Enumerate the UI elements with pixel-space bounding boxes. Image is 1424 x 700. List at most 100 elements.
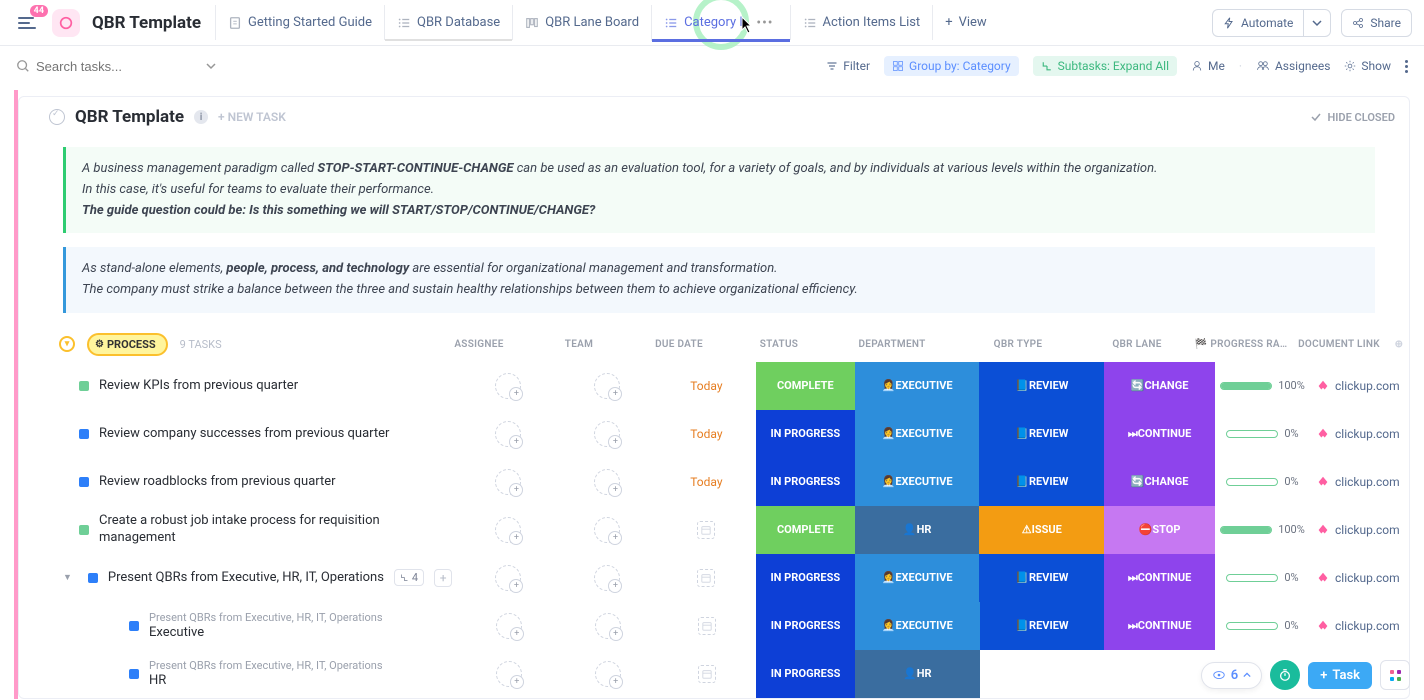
assignee-placeholder[interactable] bbox=[496, 661, 522, 687]
col-qbr-lane[interactable]: QBR LANE bbox=[1081, 339, 1193, 350]
status-square[interactable] bbox=[79, 429, 89, 439]
due-date-empty[interactable] bbox=[697, 521, 715, 539]
status-cell[interactable]: COMPLETE bbox=[756, 362, 855, 410]
subtask-title[interactable]: Executive bbox=[149, 625, 383, 642]
view-tab-category[interactable]: Category L ••• bbox=[651, 5, 789, 41]
view-tab-action-items[interactable]: Action Items List bbox=[790, 5, 933, 40]
qbr-lane-cell[interactable]: ⏭CONTINUE bbox=[1104, 554, 1215, 602]
document-link[interactable]: clickup.com bbox=[1335, 475, 1400, 489]
status-cell[interactable]: IN PROGRESS bbox=[756, 602, 855, 650]
qbr-type-cell[interactable] bbox=[980, 650, 1105, 698]
qbr-type-cell[interactable]: ⚠ISSUE bbox=[979, 506, 1104, 554]
new-task-button[interactable]: + NEW TASK bbox=[218, 110, 286, 124]
assignee-placeholder[interactable] bbox=[594, 421, 620, 447]
document-link[interactable]: clickup.com bbox=[1335, 523, 1400, 537]
due-date[interactable]: Today bbox=[690, 427, 722, 441]
assignee-placeholder[interactable] bbox=[495, 469, 521, 495]
subtask-title[interactable]: HR bbox=[149, 673, 383, 690]
assignee-placeholder[interactable] bbox=[495, 373, 521, 399]
group-collapse-toggle[interactable]: ▾ bbox=[59, 336, 75, 352]
status-cell[interactable]: IN PROGRESS bbox=[756, 458, 855, 506]
status-square[interactable] bbox=[88, 573, 98, 583]
timer-button[interactable] bbox=[1270, 660, 1300, 690]
qbr-type-cell[interactable]: 📘REVIEW bbox=[979, 458, 1104, 506]
col-assignee[interactable]: ASSIGNEE bbox=[429, 339, 529, 350]
view-tab-menu[interactable]: ••• bbox=[752, 15, 777, 31]
groupby-chip[interactable]: Group by: Category bbox=[884, 56, 1019, 76]
col-document[interactable]: DOCUMENT LINK bbox=[1289, 339, 1389, 350]
search-box[interactable] bbox=[16, 59, 216, 74]
group-pill[interactable]: ⚙PROCESS bbox=[87, 333, 168, 356]
status-square[interactable] bbox=[129, 669, 139, 679]
department-cell[interactable]: 👩‍💼EXECUTIVE bbox=[855, 410, 980, 458]
menu-toggle[interactable]: 44 bbox=[12, 11, 42, 35]
document-link[interactable]: clickup.com bbox=[1335, 619, 1400, 633]
automate-button[interactable]: Automate bbox=[1212, 9, 1303, 37]
progress-bar[interactable] bbox=[1220, 526, 1272, 534]
document-link[interactable]: clickup.com bbox=[1335, 379, 1400, 393]
subtasks-chip[interactable]: Subtasks: Expand All bbox=[1033, 56, 1177, 76]
progress-bar[interactable] bbox=[1226, 574, 1278, 582]
add-subtask[interactable]: + bbox=[434, 569, 452, 587]
task-title[interactable]: Present QBRs from Executive, HR, IT, Ope… bbox=[108, 570, 384, 587]
task-title[interactable]: Review KPIs from previous quarter bbox=[99, 378, 298, 395]
task-row[interactable]: Review roadblocks from previous quarter … bbox=[39, 458, 1409, 506]
task-row[interactable]: ▼ Present QBRs from Executive, HR, IT, O… bbox=[39, 554, 1409, 602]
assignee-placeholder[interactable] bbox=[595, 661, 621, 687]
col-due[interactable]: DUE DATE bbox=[629, 339, 729, 350]
expand-toggle[interactable]: ▼ bbox=[63, 572, 72, 583]
assignee-placeholder[interactable] bbox=[594, 565, 620, 591]
qbr-lane-cell[interactable] bbox=[1104, 650, 1215, 698]
document-link[interactable]: clickup.com bbox=[1335, 571, 1400, 585]
assignee-placeholder[interactable] bbox=[495, 421, 521, 447]
col-qbr-type[interactable]: QBR TYPE bbox=[955, 339, 1081, 350]
department-cell[interactable]: 👤HR bbox=[855, 506, 980, 554]
app-grid-button[interactable] bbox=[1380, 660, 1410, 690]
qbr-type-cell[interactable]: 📘REVIEW bbox=[979, 410, 1104, 458]
status-cell[interactable]: IN PROGRESS bbox=[756, 650, 855, 698]
task-row[interactable]: Create a robust job intake process for r… bbox=[39, 506, 1409, 554]
status-cell[interactable]: IN PROGRESS bbox=[756, 410, 855, 458]
department-cell[interactable]: 👩‍💼EXECUTIVE bbox=[855, 458, 980, 506]
qbr-lane-cell[interactable]: 🔄CHANGE bbox=[1104, 362, 1215, 410]
status-square[interactable] bbox=[129, 621, 139, 631]
department-cell[interactable]: 👩‍💼EXECUTIVE bbox=[855, 362, 980, 410]
qbr-type-cell[interactable]: 📘REVIEW bbox=[979, 554, 1104, 602]
subtask-row[interactable]: Present QBRs from Executive, HR, IT, Ope… bbox=[39, 602, 1409, 650]
task-row[interactable]: Review KPIs from previous quarter Today … bbox=[39, 362, 1409, 410]
progress-bar[interactable] bbox=[1226, 478, 1278, 486]
view-tab-database[interactable]: QBR Database bbox=[384, 5, 512, 40]
more-menu[interactable] bbox=[1405, 60, 1408, 73]
document-link[interactable]: clickup.com bbox=[1335, 427, 1400, 441]
qbr-lane-cell[interactable]: 🔄CHANGE bbox=[1104, 458, 1215, 506]
assignee-placeholder[interactable] bbox=[495, 517, 521, 543]
show-button[interactable]: Show bbox=[1344, 59, 1391, 73]
qbr-type-cell[interactable]: 📘REVIEW bbox=[980, 602, 1105, 650]
hide-closed-toggle[interactable]: HIDE CLOSED bbox=[1310, 111, 1395, 124]
space-logo[interactable] bbox=[52, 9, 80, 37]
due-date[interactable]: Today bbox=[690, 475, 722, 489]
me-button[interactable]: Me bbox=[1191, 59, 1225, 73]
qbr-lane-cell[interactable]: ⏭CONTINUE bbox=[1104, 410, 1215, 458]
subtask-count[interactable]: 4 bbox=[394, 569, 424, 586]
task-row[interactable]: Review company successes from previous q… bbox=[39, 410, 1409, 458]
col-team[interactable]: TEAM bbox=[529, 339, 629, 350]
department-cell[interactable]: 👩‍💼EXECUTIVE bbox=[855, 602, 980, 650]
status-cell[interactable]: COMPLETE bbox=[756, 506, 855, 554]
due-date[interactable]: Today bbox=[690, 379, 722, 393]
due-date-empty[interactable] bbox=[697, 569, 715, 587]
due-date-empty[interactable] bbox=[698, 617, 716, 635]
department-cell[interactable]: 👩‍💼EXECUTIVE bbox=[855, 554, 980, 602]
progress-bar[interactable] bbox=[1220, 382, 1272, 390]
add-column[interactable]: ⊕ bbox=[1389, 339, 1409, 350]
assignee-placeholder[interactable] bbox=[495, 565, 521, 591]
task-title[interactable]: Create a robust job intake process for r… bbox=[99, 513, 399, 547]
assignee-placeholder[interactable] bbox=[595, 613, 621, 639]
due-date-empty[interactable] bbox=[698, 665, 716, 683]
collapse-toggle[interactable] bbox=[49, 109, 65, 125]
new-task-floating-button[interactable]: + Task bbox=[1308, 662, 1372, 689]
progress-bar[interactable] bbox=[1226, 622, 1278, 630]
info-icon[interactable]: i bbox=[194, 110, 208, 124]
col-progress[interactable]: 🏁PROGRESS RA… bbox=[1193, 339, 1289, 350]
task-title[interactable]: Review roadblocks from previous quarter bbox=[99, 474, 336, 491]
